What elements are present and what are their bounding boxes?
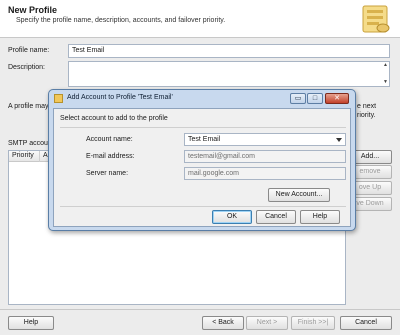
page-title: New Profile <box>8 5 58 15</box>
server-name-field: mail.google.com <box>184 167 346 180</box>
maximize-icon[interactable]: □ <box>307 93 323 104</box>
help-button[interactable]: Help <box>8 316 54 330</box>
dialog-body: Select account to add to the profile Acc… <box>53 108 351 227</box>
ok-button[interactable]: OK <box>212 210 252 224</box>
wizard-header: New Profile Specify the profile name, de… <box>0 0 400 38</box>
new-account-button[interactable]: New Account... <box>268 188 330 202</box>
cancel-button[interactable]: Cancel <box>340 316 392 330</box>
dialog-cancel-button[interactable]: Cancel <box>256 210 296 224</box>
email-address-field: testemail@gmail.com <box>184 150 346 163</box>
server-name-label: Server name: <box>86 170 129 177</box>
dialog-help-button[interactable]: Help <box>300 210 340 224</box>
profile-info-text-right-1: e next <box>357 103 377 110</box>
dialog-button-divider <box>60 206 346 207</box>
description-scroll-down-icon[interactable]: ▼ <box>382 79 389 86</box>
grid-column-account[interactable]: A <box>43 152 48 159</box>
grid-column-priority[interactable]: Priority <box>12 152 34 159</box>
close-icon[interactable]: ✕ <box>325 93 349 104</box>
database-mail-logo-icon <box>362 5 390 33</box>
add-account-dialog: Add Account to Profile 'Test Email' ▭ □ … <box>48 89 356 231</box>
finish-button[interactable]: Finish >>| <box>291 316 335 330</box>
description-scroll-up-icon[interactable]: ▲ <box>382 62 389 69</box>
profile-info-text: A profile may <box>8 103 49 110</box>
account-name-value: Test Email <box>188 136 221 143</box>
description-label: Description: <box>8 64 45 71</box>
dialog-instruction: Select account to add to the profile <box>60 115 168 122</box>
description-input[interactable] <box>68 61 390 87</box>
footer-divider <box>0 309 400 310</box>
email-address-label: E-mail address: <box>86 153 135 160</box>
dialog-divider <box>60 127 346 128</box>
dialog-title: Add Account to Profile 'Test Email' <box>67 94 173 101</box>
dialog-titlebar[interactable]: Add Account to Profile 'Test Email' ▭ □ … <box>49 90 355 108</box>
account-name-combo[interactable]: Test Email <box>184 133 346 146</box>
chevron-down-icon[interactable] <box>336 138 342 142</box>
profile-name-input[interactable]: Test Email <box>68 44 390 58</box>
profile-name-label: Profile name: <box>8 47 50 54</box>
account-name-label: Account name: <box>86 136 133 143</box>
profile-info-text-right-2: riority. <box>357 112 376 119</box>
page-subtitle: Specify the profile name, description, a… <box>16 17 226 24</box>
next-button[interactable]: Next > <box>246 316 288 330</box>
back-button[interactable]: < Back <box>202 316 244 330</box>
dialog-app-icon <box>54 94 63 103</box>
smtp-accounts-label: SMTP accou <box>8 140 48 147</box>
minimize-icon[interactable]: ▭ <box>290 93 306 104</box>
